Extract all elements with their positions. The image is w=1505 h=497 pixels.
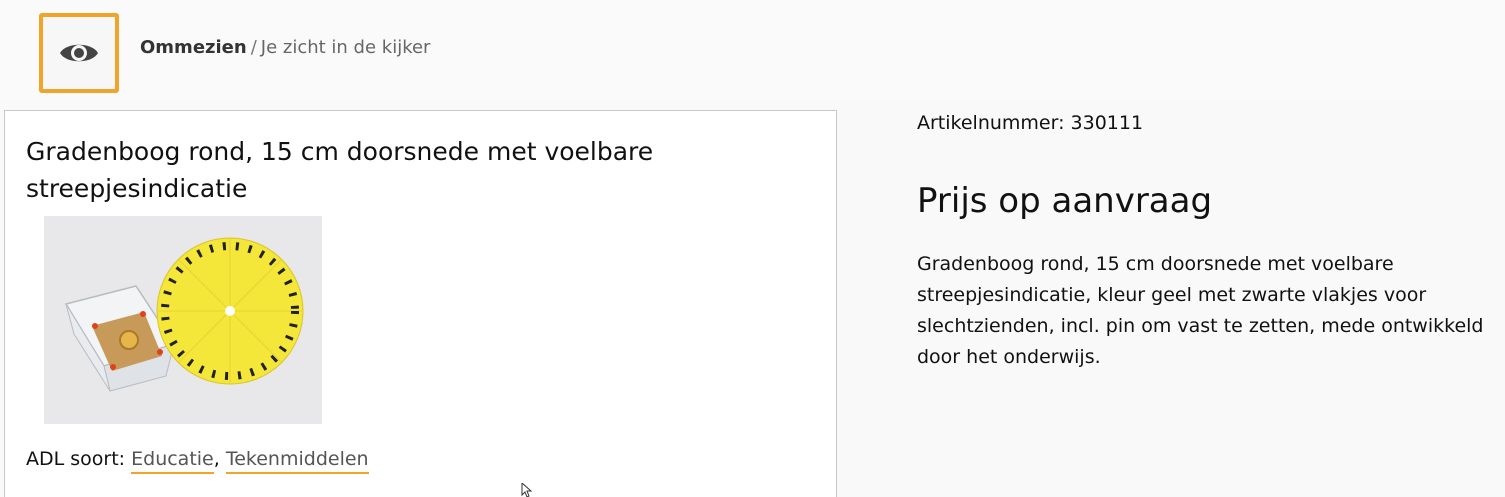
- article-number: Artikelnummer: 330111: [917, 112, 1144, 134]
- product-title: Gradenboog rond, 15 cm doorsnede met voe…: [26, 137, 654, 203]
- header: Ommezien / Je zicht in de kijker: [0, 0, 1505, 100]
- mouse-cursor-icon: [521, 483, 533, 497]
- breadcrumb-current: Je zicht in de kijker: [260, 37, 431, 58]
- product-card: Gradenboog rond, 15 cm doorsnede met voe…: [4, 110, 837, 497]
- protractor-disc: [156, 237, 304, 385]
- product-image: [44, 216, 322, 424]
- category-link-educatie[interactable]: Educatie: [131, 448, 214, 474]
- page: Ommezien / Je zicht in de kijker Gradenboo…: [0, 0, 1505, 497]
- category-separator: ,: [213, 448, 220, 470]
- eye-icon: [60, 44, 98, 62]
- breadcrumb-separator: /: [250, 37, 257, 58]
- breadcrumb: Ommezien / Je zicht in de kijker: [140, 37, 430, 58]
- logo-link[interactable]: [39, 13, 119, 93]
- adl-label: ADL soort:: [26, 448, 126, 470]
- product-description: Gradenboog rond, 15 cm doorsnede met voe…: [917, 253, 1484, 368]
- category-link-tekenmiddelen[interactable]: Tekenmiddelen: [225, 448, 369, 474]
- adl-row: ADL soort: Educatie, Tekenmiddelen: [26, 448, 369, 474]
- price: Prijs op aanvraag: [917, 181, 1213, 221]
- breadcrumb-home-link[interactable]: Ommezien: [140, 37, 247, 58]
